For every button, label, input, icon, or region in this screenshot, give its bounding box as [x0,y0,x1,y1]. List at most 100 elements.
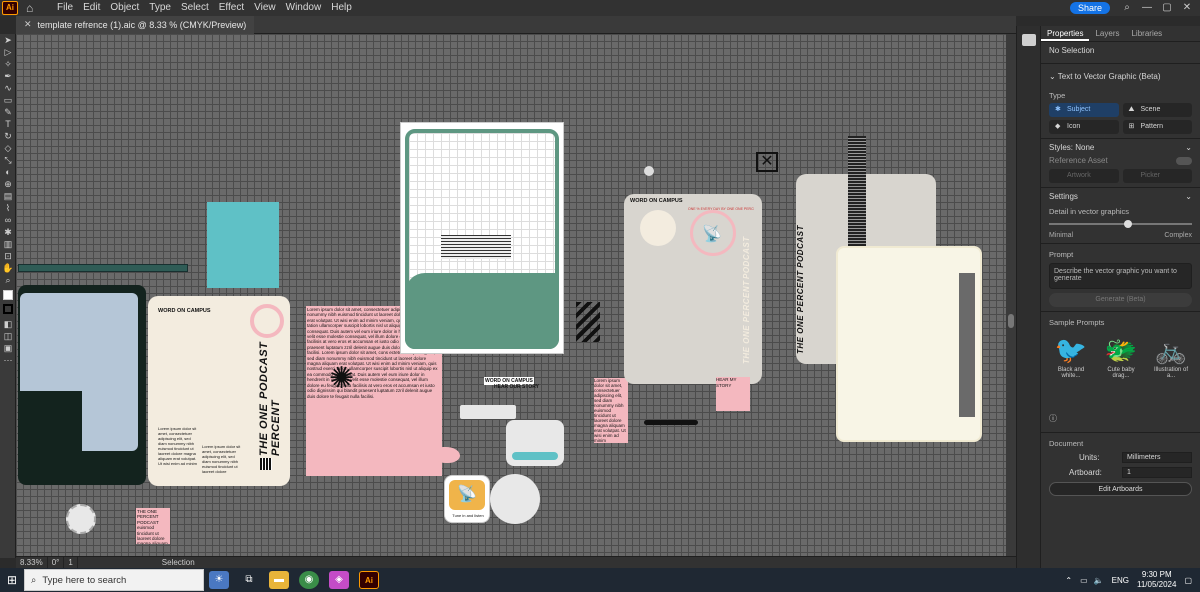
vertical-scrollbar[interactable] [1006,34,1016,556]
paintbrush-tool-icon[interactable]: ✎ [0,106,16,118]
black-bar[interactable] [644,420,698,425]
symbol-sprayer-tool-icon[interactable]: ✱ [0,226,16,238]
hand-tool-icon[interactable]: ✋ [0,262,16,274]
grey-pill[interactable] [460,405,516,419]
color-mode-icon[interactable]: ◧ [0,318,16,330]
feature-header[interactable]: ⌄ Text to Vector Graphic (Beta) [1041,68,1200,85]
player-card[interactable] [506,420,564,466]
grid-artboard[interactable] [400,122,564,354]
volume-icon[interactable]: 🔈 [1094,576,1104,585]
network-icon[interactable]: ▭ [1080,576,1088,585]
bottom-note[interactable]: THE ONE PERCENT PODCAST euismod tincidun… [136,508,170,544]
generate-button[interactable]: Generate (Beta) [1049,293,1192,307]
weather-widget-icon[interactable]: ☀ [209,571,229,589]
shape-builder-tool-icon[interactable]: ⊕ [0,178,16,190]
teal-bar[interactable] [18,264,188,272]
menu-file[interactable]: File [52,0,78,16]
document-tab[interactable]: ✕ template refrence (1).aic @ 8.33 % (CM… [16,15,255,34]
language-indicator[interactable]: ENG [1112,576,1129,585]
rotation-value[interactable]: 0° [48,556,65,569]
edit-artboards-button[interactable]: Edit Artboards [1049,482,1192,496]
detail-slider[interactable] [1049,220,1192,228]
sample-prompt-3[interactable]: 🚲 Illustration of a... [1149,333,1193,380]
zoom-level[interactable]: 8.33% [16,556,48,569]
blend-tool-icon[interactable]: ∞ [0,214,16,226]
clock[interactable]: 9:30 PM 11/05/2024 [1137,570,1176,590]
picker-button[interactable]: Picker [1122,169,1192,183]
info-icon[interactable]: ⓘ [1041,409,1200,428]
rectangle-tool-icon[interactable]: ▭ [0,94,16,106]
windows-start-icon[interactable]: ⊞ [0,568,24,592]
sample-prompt-2[interactable]: 🐲 Cute baby drag... [1099,333,1143,380]
file-explorer-icon[interactable]: ▬ [269,571,289,589]
hear-our-story-label[interactable]: HEAR OUR STORY [494,384,539,390]
tab-close-icon[interactable]: ✕ [24,19,32,30]
prompt-input[interactable]: Describe the vector graphic you want to … [1049,263,1192,289]
draw-mode-icon[interactable]: ◫ [0,330,16,342]
artwork-button[interactable]: Artwork [1049,169,1119,183]
tab-layers[interactable]: Layers [1089,26,1125,41]
zoom-tool-icon[interactable]: ⌕ [0,274,16,286]
eraser-tool-icon[interactable]: ◇ [0,142,16,154]
pink-blob[interactable] [434,447,460,463]
task-view-icon[interactable]: ⧉ [239,571,259,589]
podcast-card-2[interactable]: WORD ON CAMPUS ONE % EVERY DAY BY ONE ON… [624,194,762,384]
slider-thumb[interactable] [1123,220,1132,228]
black-stripes[interactable] [576,302,600,342]
tab-properties[interactable]: Properties [1041,26,1090,41]
search-icon[interactable]: ⌕ [1120,1,1134,15]
menu-effect[interactable]: Effect [214,0,249,16]
photos-icon[interactable]: ◈ [329,571,349,589]
artboard-canvas[interactable]: WORD ON CAMPUS THE ONE PERCENT PODCAST L… [16,34,1016,556]
styles-row[interactable]: Styles: None ⌄ [1049,143,1192,152]
maximize-icon[interactable]: ▢ [1160,1,1174,15]
artboard-number[interactable]: 1 [64,556,78,569]
close-icon[interactable]: ✕ [1180,1,1194,15]
menu-window[interactable]: Window [281,0,327,16]
home-icon[interactable]: ⌂ [26,1,40,15]
grey-circle[interactable] [490,474,540,524]
pen-tool-icon[interactable]: ✒ [0,70,16,82]
sample-prompt-1[interactable]: 🐦 Black and white... [1049,333,1093,380]
artboard-select[interactable]: 1 [1122,467,1192,478]
menu-select[interactable]: Select [176,0,214,16]
rotate-tool-icon[interactable]: ↻ [0,130,16,142]
units-select[interactable]: Millimeters [1122,452,1192,463]
scale-tool-icon[interactable]: ⤡ [0,154,16,166]
app-badge[interactable]: 📡 Tune in and listen [444,475,490,523]
menu-type[interactable]: Type [144,0,176,16]
stroke-color-swatch[interactable] [3,304,13,314]
menu-object[interactable]: Object [105,0,144,16]
direct-selection-tool-icon[interactable]: ▷ [0,46,16,58]
menu-edit[interactable]: Edit [78,0,105,16]
chrome-icon[interactable]: ◉ [299,571,319,589]
artboard-tool-icon[interactable]: ⊡ [0,250,16,262]
grey-dot[interactable] [644,166,654,176]
gradient-tool-icon[interactable]: ▤ [0,190,16,202]
illustrator-taskbar-icon[interactable]: Ai [359,571,379,589]
type-pattern-button[interactable]: ⊞ Pattern [1122,120,1192,134]
menu-help[interactable]: Help [326,0,357,16]
screen-mode-icon[interactable]: ▣ [0,342,16,354]
share-button[interactable]: Share [1069,2,1110,14]
hear-my-story-label[interactable]: HEAR MY STORY [716,377,750,411]
cream-frame[interactable] [836,246,982,442]
type-icon-button[interactable]: ◆ Icon [1049,120,1119,134]
more-tools-icon[interactable]: ⋯ [0,354,16,366]
splash-burst-icon[interactable]: ✺ [329,364,359,394]
curvature-tool-icon[interactable]: ∿ [0,82,16,94]
taskbar-search[interactable]: ⌕ Type here to search [24,569,204,591]
type-scene-button[interactable]: ⛰ Scene [1122,103,1192,117]
dark-green-card[interactable] [18,285,146,485]
x-box-icon[interactable]: ✕ [756,152,778,172]
warp-tool-icon[interactable]: ◐ [0,166,16,178]
minimize-icon[interactable]: — [1140,1,1154,15]
teal-square[interactable] [207,202,279,288]
tab-libraries[interactable]: Libraries [1125,26,1168,41]
type-tool-icon[interactable]: T [0,118,16,130]
chevron-up-icon[interactable]: ⌃ [1065,576,1072,585]
selection-tool-icon[interactable]: ➤ [0,34,16,46]
eyedropper-tool-icon[interactable]: ⌇ [0,202,16,214]
menu-view[interactable]: View [249,0,281,16]
comments-icon[interactable] [1022,34,1036,46]
